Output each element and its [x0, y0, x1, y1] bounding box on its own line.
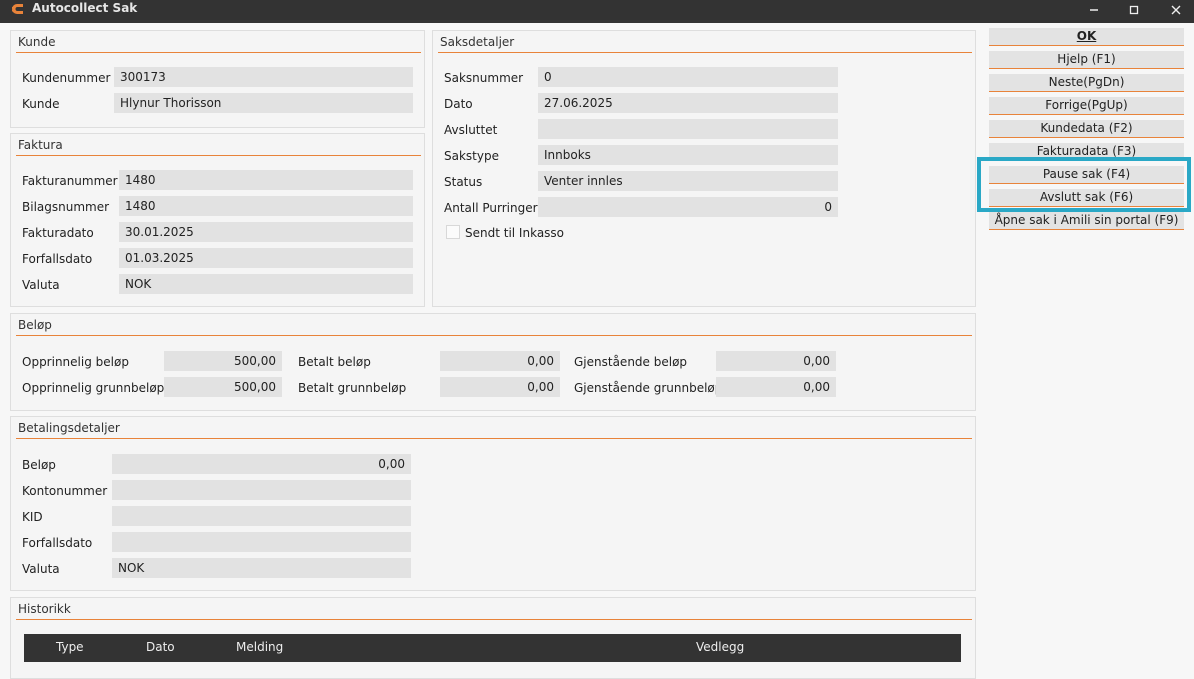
betalingsdetaljer-heading: Betalingsdetaljer: [16, 417, 972, 439]
betaling-belop-label: Beløp: [22, 458, 56, 472]
close-icon: [1171, 5, 1181, 15]
faktura-group: Faktura Fakturanummer 1480 Bilagsnummer …: [10, 133, 425, 307]
saksdetaljer-group: Saksdetaljer Saksnummer 0 Dato 27.06.202…: [432, 30, 976, 307]
status-field[interactable]: Venter innles: [538, 171, 838, 191]
betalingsdetaljer-heading-text: Betalingsdetaljer: [18, 421, 120, 435]
betaling-forfallsdato-label: Forfallsdato: [22, 536, 93, 550]
previous-button[interactable]: Forrige(PgUp): [989, 97, 1184, 115]
fakturanummer-field[interactable]: 1480: [119, 170, 413, 190]
close-button[interactable]: [1161, 0, 1191, 20]
gjenstaende-grunnbelop-field[interactable]: 0,00: [716, 377, 836, 397]
minimize-button[interactable]: [1079, 0, 1109, 20]
gjenstaende-grunnbelop-label: Gjenstående grunnbeløp: [574, 381, 723, 395]
belop-heading: Beløp: [16, 314, 972, 336]
maximize-icon: [1129, 5, 1139, 15]
forfallsdato-field[interactable]: 01.03.2025: [119, 248, 413, 268]
betaling-forfallsdato-field[interactable]: [112, 532, 411, 552]
faktura-heading: Faktura: [16, 134, 421, 156]
saksdetaljer-heading-text: Saksdetaljer: [440, 35, 515, 49]
historikk-heading: Historikk: [16, 598, 972, 620]
faktura-heading-text: Faktura: [18, 138, 63, 152]
kid-field[interactable]: [112, 506, 411, 526]
avsluttet-field[interactable]: [538, 119, 838, 139]
next-button[interactable]: Neste(PgDn): [989, 74, 1184, 92]
betalingsdetaljer-group: Betalingsdetaljer Beløp 0,00 Kontonummer…: [10, 416, 976, 591]
valuta-label: Valuta: [22, 278, 60, 292]
kontonummer-label: Kontonummer: [22, 484, 108, 498]
saksnummer-label: Saksnummer: [444, 71, 524, 85]
kunde-heading-text: Kunde: [18, 35, 56, 49]
fakturanummer-label: Fakturanummer: [22, 174, 118, 188]
dato-field[interactable]: 27.06.2025: [538, 93, 838, 113]
opprinnelig-belop-label: Opprinnelig beløp: [22, 355, 129, 369]
fakturadato-field[interactable]: 30.01.2025: [119, 222, 413, 242]
kid-label: KID: [22, 510, 43, 524]
kunde-group: Kunde Kundenummer 300173 Kunde Hlynur Th…: [10, 30, 425, 128]
column-melding[interactable]: Melding: [236, 640, 283, 654]
sendt-inkasso-checkbox[interactable]: [446, 225, 460, 239]
historikk-heading-text: Historikk: [18, 602, 71, 616]
column-type[interactable]: Type: [56, 640, 84, 654]
opprinnelig-grunnbelop-field[interactable]: 500,00: [164, 377, 282, 397]
minimize-icon: [1090, 9, 1098, 11]
opprinnelig-belop-field[interactable]: 500,00: [164, 351, 282, 371]
status-label: Status: [444, 175, 483, 189]
app-logo-icon: [12, 4, 23, 14]
belop-group: Beløp Opprinnelig beløp 500,00 Opprinnel…: [10, 313, 976, 411]
help-button[interactable]: Hjelp (F1): [989, 51, 1184, 69]
maximize-button[interactable]: [1119, 0, 1149, 20]
gjenstaende-belop-label: Gjenstående beløp: [574, 355, 688, 369]
valuta-field[interactable]: NOK: [119, 274, 413, 294]
kundenummer-label: Kundenummer: [22, 71, 111, 85]
kundenummer-field[interactable]: 300173: [114, 67, 413, 87]
belop-heading-text: Beløp: [18, 318, 52, 332]
bilagsnummer-label: Bilagsnummer: [22, 200, 110, 214]
historikk-table-header: Type Dato Melding Vedlegg: [24, 634, 961, 662]
antall-purringer-field[interactable]: 0: [538, 197, 838, 217]
column-vedlegg[interactable]: Vedlegg: [696, 640, 744, 654]
gjenstaende-belop-field[interactable]: 0,00: [716, 351, 836, 371]
betalt-belop-field[interactable]: 0,00: [440, 351, 560, 371]
sendt-inkasso-label: Sendt til Inkasso: [465, 226, 565, 240]
sakstype-field[interactable]: Innboks: [538, 145, 838, 165]
saksnummer-field[interactable]: 0: [538, 67, 838, 87]
open-portal-button[interactable]: Åpne sak i Amili sin portal (F9): [989, 212, 1184, 230]
betaling-valuta-label: Valuta: [22, 562, 60, 576]
highlight-box: [977, 157, 1191, 212]
betalt-belop-label: Betalt beløp: [298, 355, 371, 369]
sakstype-label: Sakstype: [444, 149, 499, 163]
kunde-label: Kunde: [22, 97, 60, 111]
title-bar: Autocollect Sak: [0, 0, 1194, 23]
antall-purringer-label: Antall Purringer: [444, 201, 538, 215]
fakturadato-label: Fakturadato: [22, 226, 94, 240]
saksdetaljer-heading: Saksdetaljer: [438, 31, 972, 53]
kontonummer-field[interactable]: [112, 480, 411, 500]
avsluttet-label: Avsluttet: [444, 123, 498, 137]
kunde-field[interactable]: Hlynur Thorisson: [114, 93, 413, 113]
betalt-grunnbelop-field[interactable]: 0,00: [440, 377, 560, 397]
customer-data-button[interactable]: Kundedata (F2): [989, 120, 1184, 138]
betaling-valuta-field[interactable]: NOK: [112, 558, 411, 578]
opprinnelig-grunnbelop-label: Opprinnelig grunnbeløp: [22, 381, 165, 395]
betalt-grunnbelop-label: Betalt grunnbeløp: [298, 381, 407, 395]
dato-label: Dato: [444, 97, 473, 111]
bilagsnummer-field[interactable]: 1480: [119, 196, 413, 216]
ok-button[interactable]: OK: [989, 28, 1184, 46]
window-title: Autocollect Sak: [32, 1, 138, 15]
betaling-belop-field[interactable]: 0,00: [112, 454, 411, 474]
forfallsdato-label: Forfallsdato: [22, 252, 93, 266]
column-dato[interactable]: Dato: [146, 640, 175, 654]
kunde-heading: Kunde: [16, 31, 421, 53]
